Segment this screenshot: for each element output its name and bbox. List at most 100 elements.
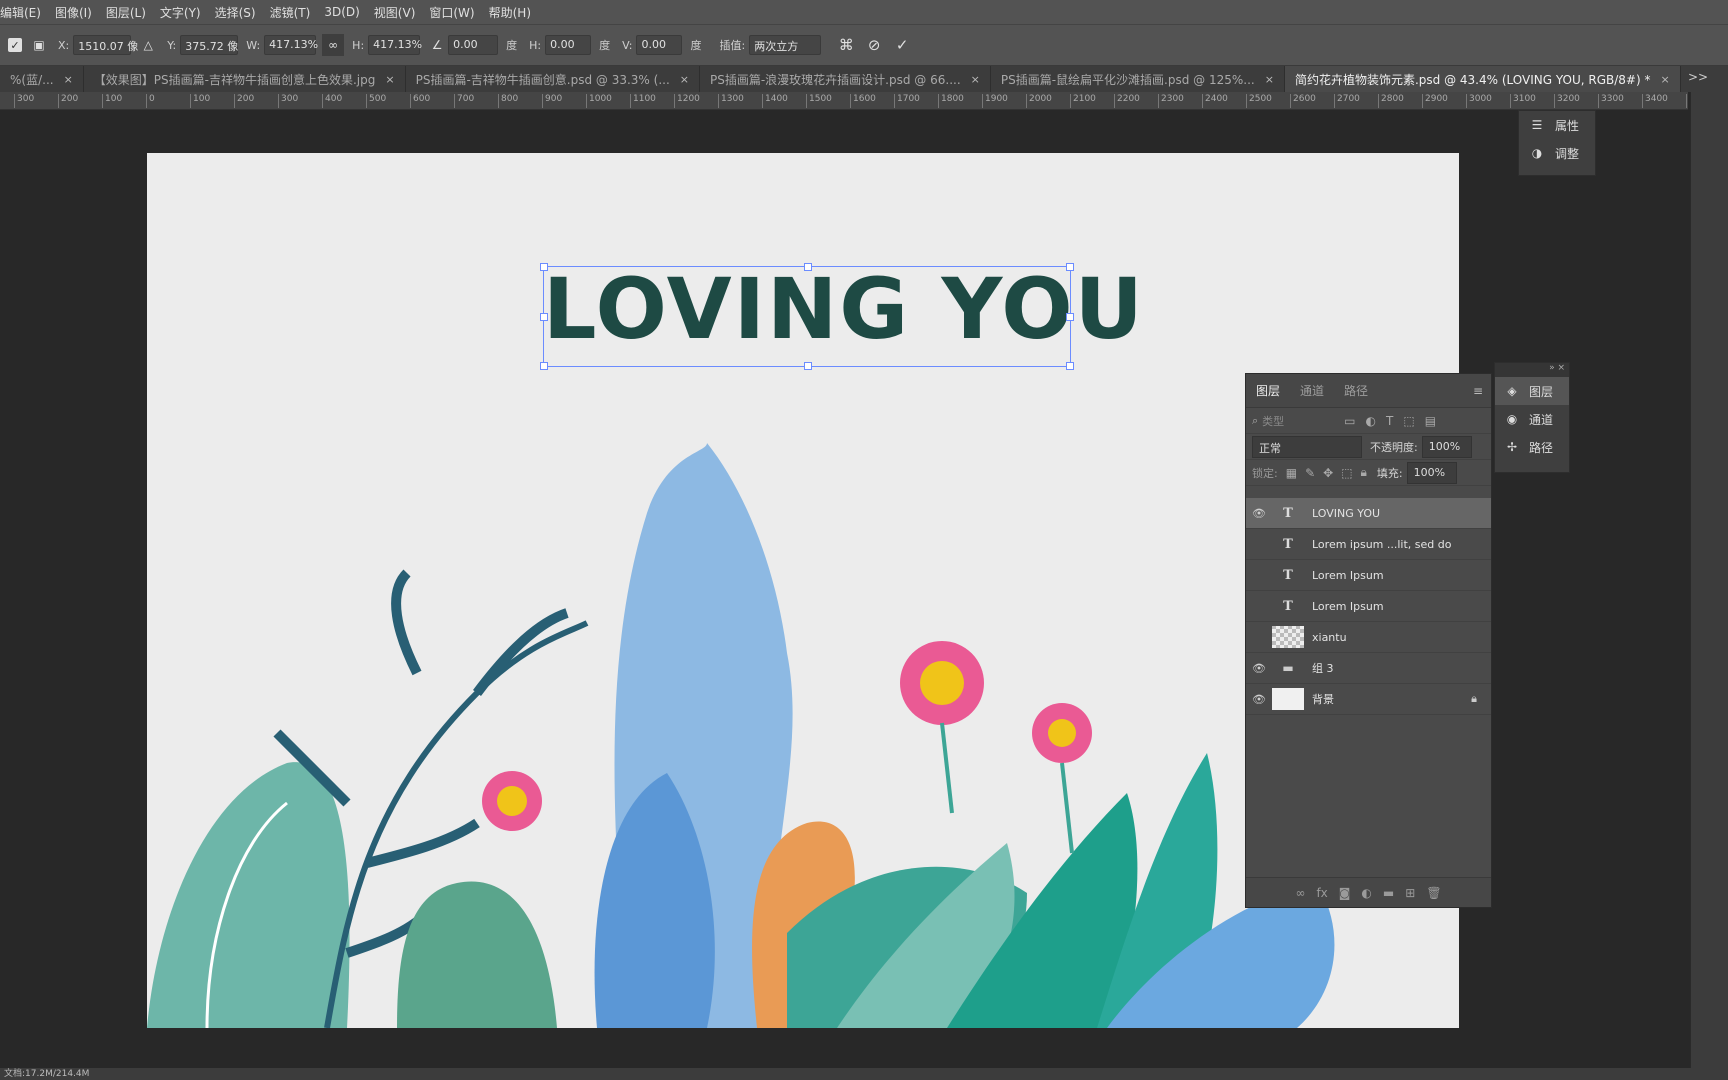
layer-row[interactable]: 👁︎ 背景 🔒︎ — [1246, 684, 1491, 715]
angle-input[interactable]: 0.00 — [448, 35, 499, 55]
document-tab[interactable]: PS插画篇-吉祥物牛插画创意.psd @ 33.3% (... × — [406, 66, 700, 92]
transform-handle[interactable] — [804, 362, 812, 370]
layer-row[interactable]: T Lorem Ipsum — [1246, 560, 1491, 591]
filter-type-icon[interactable]: T — [1386, 414, 1393, 428]
transform-handle[interactable] — [1066, 263, 1074, 271]
properties-icon: ☰ — [1531, 118, 1543, 132]
ruler-tick-label: 100 — [190, 94, 210, 108]
menu-item[interactable]: 文字(Y) — [160, 4, 201, 21]
w-input[interactable]: 417.13% — [264, 35, 318, 55]
filter-shape-icon[interactable]: ⬚ — [1403, 414, 1414, 428]
delete-layer-icon[interactable]: 🗑︎ — [1426, 886, 1441, 900]
layer-row[interactable]: xiantu — [1246, 622, 1491, 653]
menu-item[interactable]: 帮助(H) — [489, 4, 531, 21]
menu-item[interactable]: 图层(L) — [106, 4, 146, 21]
dock-item[interactable]: ◈ 图层 — [1495, 377, 1569, 405]
tabs-more-icon[interactable]: >> — [1688, 70, 1708, 84]
delta-icon[interactable]: △ — [137, 34, 159, 56]
adjustment-layer-icon[interactable]: ◐ — [1361, 886, 1371, 900]
ruler-tick-label: 3200 — [1554, 94, 1580, 108]
visibility-eye-icon[interactable]: 👁︎ — [1246, 507, 1272, 520]
interp-select[interactable]: 两次立方 — [749, 35, 822, 55]
ruler-tick-label: 800 — [498, 94, 518, 108]
layer-row[interactable]: T Lorem ipsum ...lit, sed do — [1246, 529, 1491, 560]
new-group-icon[interactable]: ▬ — [1383, 886, 1394, 900]
menu-bar: 编辑(E) 图像(I) 图层(L) 文字(Y) 选择(S) 滤镜(T) 3D(D) 视图(V)… — [0, 0, 1728, 24]
transform-handle[interactable] — [804, 263, 812, 271]
opacity-input[interactable]: 100% — [1421, 435, 1472, 458]
fill-input[interactable]: 100% — [1406, 461, 1457, 484]
commit-icon[interactable]: ✓ — [891, 34, 913, 56]
lock-transparency-icon[interactable]: ▦ — [1286, 466, 1297, 480]
layer-row[interactable]: T Lorem Ipsum — [1246, 591, 1491, 622]
lock-artboard-icon[interactable]: ⬚ — [1341, 466, 1352, 480]
document-tab[interactable]: %(蓝/... × — [0, 66, 84, 92]
y-input[interactable]: 375.72 像 — [180, 35, 239, 55]
close-tab-icon[interactable]: × — [971, 73, 980, 86]
lock-all-icon[interactable]: 🔒︎ — [1361, 465, 1367, 480]
x-input[interactable]: 1510.07 像 — [73, 35, 138, 55]
hskew-input[interactable]: 0.00 — [545, 35, 592, 55]
transform-handle[interactable] — [540, 313, 548, 321]
transform-handle[interactable] — [540, 362, 548, 370]
visibility-eye-icon[interactable]: 👁︎ — [1246, 662, 1272, 675]
h-input[interactable]: 417.13% — [368, 35, 422, 55]
menu-item[interactable]: 窗口(W) — [429, 4, 474, 21]
document-tab[interactable]: 【效果图】PS插画篇-吉祥物牛插画创意上色效果.jpg × — [84, 66, 406, 92]
close-tab-icon[interactable]: × — [1265, 73, 1274, 86]
layer-row[interactable]: 👁︎ T LOVING YOU — [1246, 498, 1491, 529]
layers-panel: 图层 通道 路径 ≡ ⌕ 类型 ▭ ◐ T ⬚ ▤ 正常 不透明度: 100% 锁定:… — [1245, 373, 1492, 908]
document-tab[interactable]: 简约花卉植物装饰元素.psd @ 43.4% (LOVING YOU, RGB/… — [1284, 66, 1681, 92]
panel-menu-icon[interactable]: ≡ — [1473, 384, 1483, 398]
ruler-tick-label: 2100 — [1070, 94, 1096, 108]
filter-smart-icon[interactable]: ▤ — [1425, 414, 1436, 428]
new-layer-icon[interactable]: ⊞ — [1405, 886, 1415, 900]
close-tab-icon[interactable]: × — [1660, 73, 1669, 86]
close-tab-icon[interactable]: × — [385, 73, 394, 86]
dock-header: » × — [1495, 363, 1569, 377]
transform-handle[interactable] — [1066, 362, 1074, 370]
opacity-label: 不透明度: — [1370, 440, 1418, 454]
transform-handle[interactable] — [540, 263, 548, 271]
visibility-eye-icon[interactable]: 👁︎ — [1246, 693, 1272, 706]
menu-item[interactable]: 3D(D) — [324, 5, 359, 19]
menu-item[interactable]: 选择(S) — [215, 4, 256, 21]
options-bar: ✓ ▣ X: 1510.07 像 △ Y: 375.72 像 W: 417.13… — [0, 24, 1728, 66]
lock-position-icon[interactable]: ✥ — [1323, 466, 1333, 480]
menu-item[interactable]: 编辑(E) — [0, 4, 41, 21]
blend-mode-select[interactable]: 正常 — [1252, 435, 1362, 458]
dock-item[interactable]: ◉ 通道 — [1495, 405, 1569, 433]
menu-item[interactable]: 滤镜(T) — [270, 4, 311, 21]
mask-icon[interactable]: ◙ — [1339, 886, 1351, 900]
checkbox-icon[interactable]: ✓ — [8, 38, 22, 52]
close-tab-icon[interactable]: × — [680, 73, 689, 86]
layers-panel-tab[interactable]: 图层 — [1256, 382, 1280, 399]
lock-paint-icon[interactable]: ✎ — [1305, 466, 1315, 480]
filter-adjust-icon[interactable]: ◐ — [1366, 414, 1376, 428]
dock-item[interactable]: ✢ 路径 — [1495, 433, 1569, 461]
blend-row: 正常 不透明度: 100% — [1246, 434, 1491, 460]
filter-pixel-icon[interactable]: ▭ — [1344, 414, 1355, 428]
layer-filter-select[interactable]: 类型 — [1262, 413, 1332, 429]
text-layer-icon: T — [1283, 567, 1293, 583]
layers-panel-tab[interactable]: 通道 — [1300, 382, 1324, 399]
close-tab-icon[interactable]: × — [64, 73, 73, 86]
transform-handle[interactable] — [1066, 313, 1074, 321]
panel-item[interactable]: ☰ 属性 — [1519, 111, 1595, 139]
link-icon[interactable]: ∞ — [322, 34, 345, 56]
cancel-icon[interactable]: ⊘ — [863, 34, 885, 56]
document-tab[interactable]: PS插画篇-浪漫玫瑰花卉插画设计.psd @ 66.... × — [700, 66, 991, 92]
link-layers-icon[interactable]: ∞ — [1295, 886, 1305, 900]
reference-point-icon[interactable]: ▣ — [28, 34, 50, 56]
vskew-input[interactable]: 0.00 — [636, 35, 683, 55]
menu-item[interactable]: 图像(I) — [55, 4, 92, 21]
document-tab[interactable]: PS插画篇-鼠绘扁平化沙滩插画.psd @ 125%... × — [991, 66, 1285, 92]
layers-panel-tab[interactable]: 路径 — [1344, 382, 1368, 399]
warp-icon[interactable]: ⌘ — [835, 34, 857, 56]
panel-item[interactable]: ◑ 调整 — [1519, 139, 1595, 167]
fx-icon[interactable]: fx — [1316, 886, 1327, 900]
menu-item[interactable]: 视图(V) — [374, 4, 416, 21]
ruler-tick-label: 1400 — [762, 94, 788, 108]
layer-row[interactable]: 👁︎ ▬ 组 3 — [1246, 653, 1491, 684]
transform-bounding-box[interactable] — [540, 263, 1074, 370]
